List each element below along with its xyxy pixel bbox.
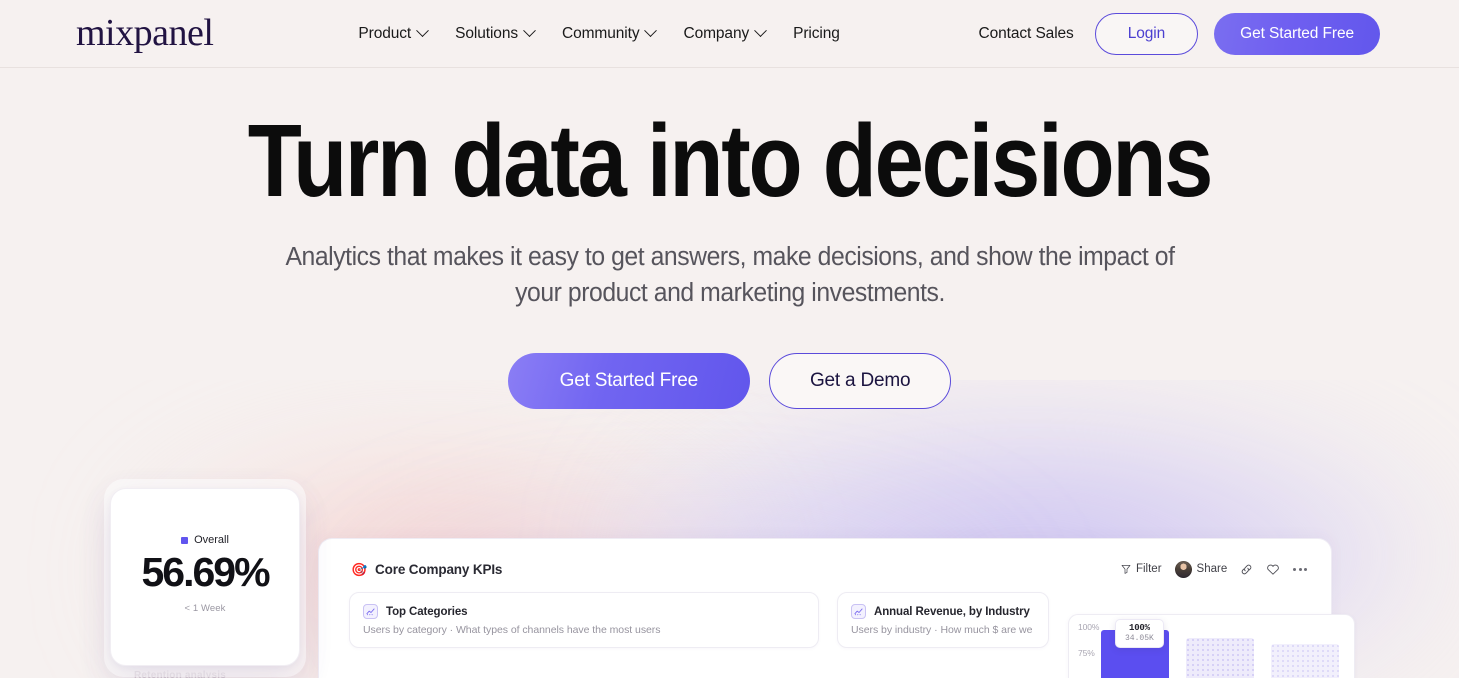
retention-legend-label: Overall (194, 534, 229, 546)
target-icon: 🎯 (351, 561, 368, 577)
bar-chart: 100% 75% 100% 34.05K (1069, 615, 1354, 678)
retention-value: 56.69% (141, 549, 270, 595)
nav-item-company[interactable]: Company (683, 24, 767, 43)
nav-label: Solutions (455, 24, 518, 42)
retention-period: < 1 Week (184, 603, 226, 614)
more-options-icon[interactable] (1293, 567, 1307, 571)
get-started-free-button-header[interactable]: Get Started Free (1214, 12, 1380, 55)
chart-icon (851, 604, 866, 619)
login-button[interactable]: Login (1094, 12, 1199, 55)
hero-subtitle: Analytics that makes it easy to get answ… (284, 243, 1175, 308)
contact-sales-link[interactable]: Contact Sales (979, 25, 1074, 43)
header-actions: Contact Sales Login Get Started Free (979, 12, 1380, 55)
page-title: Turn data into decisions (247, 103, 1214, 218)
kpi-header: Top Categories (363, 604, 805, 619)
nav-item-community[interactable]: Community (562, 24, 658, 43)
chart-icon (363, 604, 378, 619)
mixpanel-logo[interactable]: mixpanel (76, 14, 214, 52)
share-label: Share (1196, 563, 1228, 575)
hero-section: Turn data into decisions Analytics that … (0, 68, 1459, 410)
nav-label: Company (683, 24, 750, 42)
chevron-down-icon (754, 24, 767, 38)
dashboard-actions: Filter Share (1121, 560, 1307, 578)
y-axis-tick-75: 75% (1078, 648, 1095, 658)
hero-cta-group: Get Started Free Get a Demo (0, 353, 1459, 410)
chevron-down-icon (416, 24, 429, 38)
kpi-title: Top Categories (386, 605, 468, 618)
kpi-header: Annual Revenue, by Industry (851, 604, 1035, 619)
dashboard-title: 🎯 Core Company KPIs (351, 562, 502, 577)
filter-label: Filter (1135, 563, 1162, 575)
bar-series-2 (1186, 638, 1254, 678)
nav-label: Pricing (793, 24, 840, 42)
main-navigation: Product Solutions Community Company Pric… (358, 24, 840, 43)
site-header: mixpanel Product Solutions Community Com… (0, 0, 1459, 68)
nav-item-product[interactable]: Product (358, 24, 429, 43)
nav-item-pricing[interactable]: Pricing (793, 25, 840, 43)
filter-button[interactable]: Filter (1121, 563, 1162, 575)
chevron-down-icon (644, 24, 658, 38)
y-axis-tick-100: 100% (1078, 622, 1100, 632)
tooltip-value: 34.05K (1125, 634, 1154, 643)
get-a-demo-button[interactable]: Get a Demo (768, 353, 952, 410)
legend-swatch-icon (181, 536, 189, 544)
heart-icon[interactable] (1266, 563, 1280, 576)
dashboard-title-text: Core Company KPIs (375, 561, 503, 577)
funnel-icon (1121, 564, 1131, 574)
link-icon[interactable] (1240, 563, 1253, 576)
kpi-card-top-categories[interactable]: Top Categories Users by category · What … (349, 592, 819, 648)
chart-tooltip: 100% 34.05K (1115, 619, 1164, 648)
nav-label: Product (358, 24, 412, 42)
retention-metric-card[interactable]: Overall 56.69% < 1 Week (110, 488, 300, 666)
bar-series-3 (1271, 644, 1339, 678)
kpi-card-annual-revenue[interactable]: Annual Revenue, by Industry Users by ind… (837, 592, 1049, 648)
nav-label: Community (562, 24, 640, 42)
nav-item-solutions[interactable]: Solutions (455, 24, 536, 43)
share-button[interactable]: Share (1174, 560, 1228, 578)
get-started-free-button-hero[interactable]: Get Started Free (507, 353, 750, 410)
dashboard-toolbar: 🎯 Core Company KPIs Filter Share (319, 539, 1331, 583)
tooltip-percent: 100% (1129, 623, 1150, 633)
chevron-down-icon (523, 24, 536, 38)
kpi-title: Annual Revenue, by Industry (874, 605, 1030, 618)
kpi-description: Users by industry · How much $ are we co… (851, 624, 1035, 636)
avatar (1174, 560, 1192, 578)
retention-legend: Overall (181, 534, 229, 546)
bar-chart-card[interactable]: 100% 75% 100% 34.05K (1068, 614, 1355, 678)
kpi-description: Users by category · What types of channe… (363, 624, 661, 636)
